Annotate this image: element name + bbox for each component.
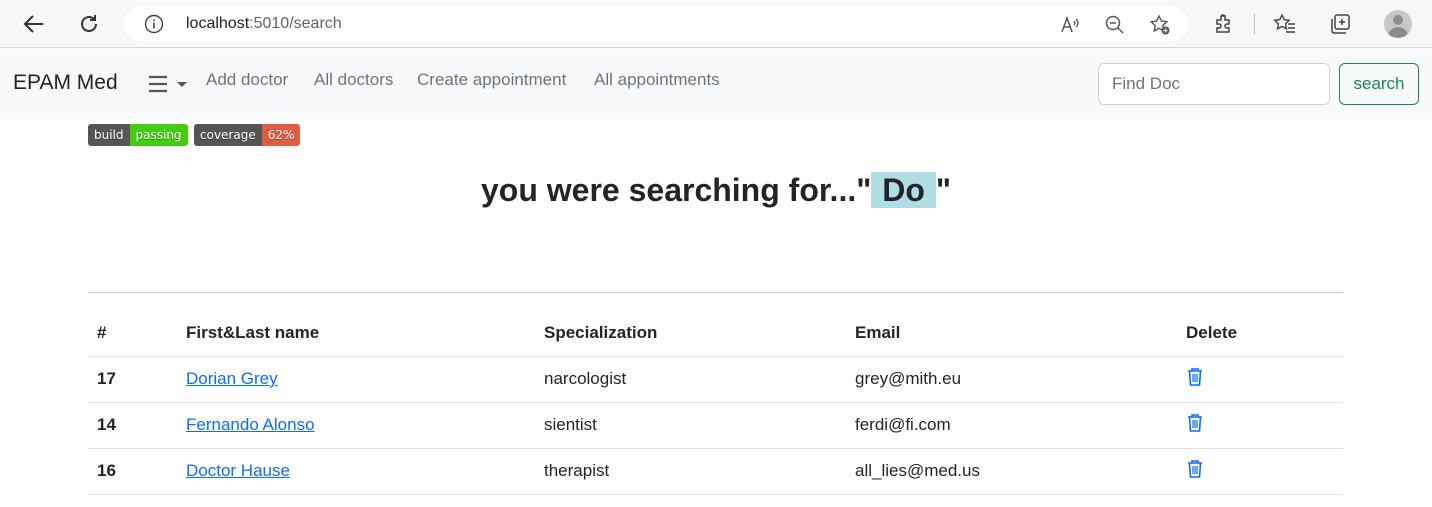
row-email: grey@mith.eu	[846, 356, 1177, 403]
collections-icon[interactable]	[1327, 11, 1353, 37]
back-button[interactable]	[19, 9, 49, 39]
build-badge-value: passing	[129, 124, 188, 146]
read-aloud-icon[interactable]	[1059, 14, 1081, 36]
search-result-heading: you were searching for..." Do "	[0, 172, 1432, 209]
doctor-name-link[interactable]: Doctor Hause	[186, 461, 290, 480]
coverage-badge-label: coverage	[194, 124, 262, 146]
row-specialization: therapist	[535, 448, 846, 495]
doctor-name-link[interactable]: Fernando Alonso	[186, 415, 315, 434]
trash-icon	[1188, 459, 1202, 478]
site-info-icon[interactable]	[144, 14, 164, 39]
trash-icon	[1188, 413, 1202, 432]
section-divider	[88, 292, 1343, 293]
favorites-icon[interactable]	[1272, 11, 1298, 37]
profile-avatar[interactable]	[1384, 10, 1412, 38]
header-number: #	[88, 311, 177, 357]
header-email: Email	[846, 311, 1177, 357]
table-row: 16 Doctor Hause therapist all_lies@med.u…	[88, 448, 1343, 495]
header-specialization: Specialization	[535, 311, 846, 357]
nav-create-appointment[interactable]: Create appointment	[417, 70, 566, 90]
extensions-icon[interactable]	[1211, 11, 1237, 37]
row-id: 16	[88, 448, 177, 495]
nav-all-appointments[interactable]: All appointments	[594, 70, 720, 90]
toolbar-separator	[1254, 13, 1255, 35]
search-button[interactable]: search	[1339, 63, 1419, 105]
hamburger-menu-button[interactable]	[148, 73, 190, 100]
build-badge[interactable]: build passing	[88, 124, 188, 146]
search-query-highlight: Do	[871, 172, 936, 208]
url-text: localhost:5010/search	[186, 15, 342, 33]
add-favorite-icon[interactable]	[1149, 14, 1171, 36]
header-delete: Delete	[1177, 311, 1343, 357]
url-path: :5010/search	[249, 15, 342, 32]
browser-toolbar: localhost:5010/search	[0, 0, 1432, 48]
table-header-row: # First&Last name Specialization Email D…	[88, 311, 1343, 357]
row-id: 17	[88, 356, 177, 403]
row-id: 14	[88, 402, 177, 449]
back-arrow-icon	[23, 15, 43, 33]
row-email: all_lies@med.us	[846, 448, 1177, 495]
brand-logo[interactable]: EPAM Med	[13, 71, 118, 95]
zoom-out-icon[interactable]	[1104, 14, 1126, 36]
coverage-badge[interactable]: coverage 62%	[194, 124, 301, 146]
row-specialization: narcologist	[535, 356, 846, 403]
delete-button[interactable]	[1186, 459, 1204, 483]
table-row: 17 Dorian Grey narcologist grey@mith.eu	[88, 356, 1343, 403]
address-bar[interactable]: localhost:5010/search	[124, 6, 1188, 42]
url-host: localhost	[186, 15, 250, 32]
row-email: ferdi@fi.com	[846, 402, 1177, 449]
hamburger-icon	[149, 75, 187, 93]
reload-button[interactable]	[74, 9, 104, 39]
build-badge-label: build	[88, 124, 130, 146]
delete-button[interactable]	[1186, 413, 1204, 437]
app-navbar: EPAM Med Add doctor All doctors Create a…	[0, 49, 1432, 119]
table-row: 14 Fernando Alonso sientist ferdi@fi.com	[88, 402, 1343, 449]
nav-all-doctors[interactable]: All doctors	[314, 70, 393, 90]
coverage-badge-value: 62%	[261, 124, 301, 146]
delete-button[interactable]	[1186, 367, 1204, 391]
nav-add-doctor[interactable]: Add doctor	[206, 70, 288, 90]
doctor-name-link[interactable]: Dorian Grey	[186, 369, 278, 388]
heading-suffix: "	[935, 172, 951, 208]
row-specialization: sientist	[535, 402, 846, 449]
header-name: First&Last name	[177, 311, 535, 357]
reload-icon	[81, 15, 97, 32]
heading-prefix: you were searching for..."	[480, 172, 872, 208]
trash-icon	[1188, 367, 1202, 386]
doctors-results-table: # First&Last name Specialization Email D…	[88, 311, 1343, 495]
find-doc-input[interactable]	[1098, 63, 1330, 105]
